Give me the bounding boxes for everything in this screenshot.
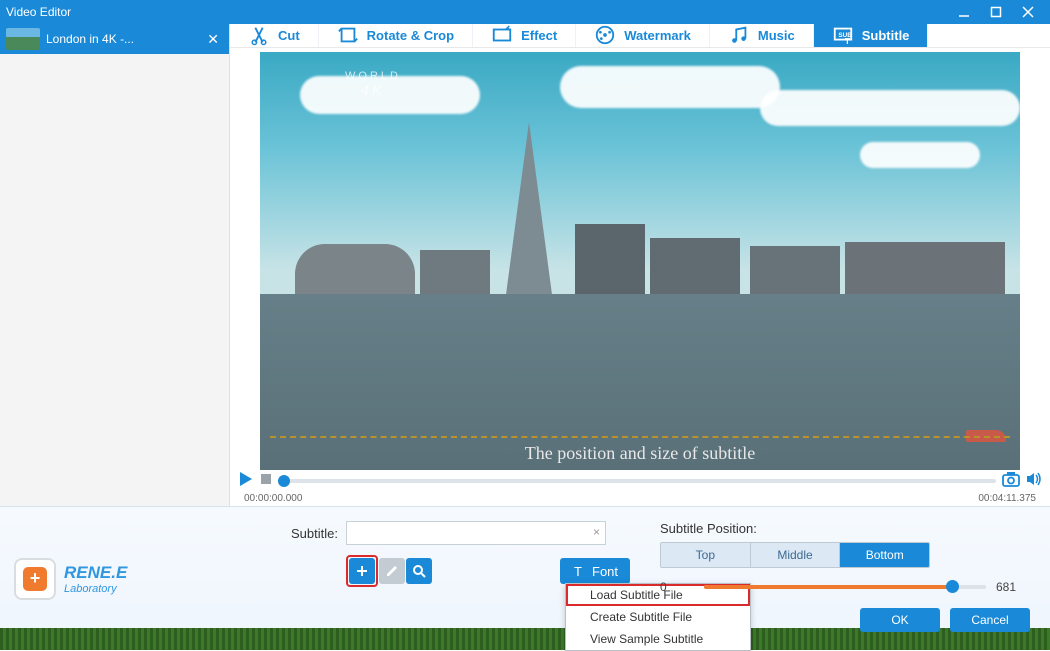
- edit-subtitle-button[interactable]: [379, 558, 405, 584]
- file-name: London in 4K -...: [46, 32, 197, 46]
- svg-text:T: T: [574, 564, 582, 578]
- rotate-crop-icon: [337, 24, 359, 46]
- watermark-icon: [594, 24, 616, 46]
- tool-tabs: Cut Rotate & Crop Effect Watermark Music…: [230, 24, 1050, 48]
- music-icon: [728, 24, 750, 46]
- effect-icon: [491, 24, 513, 46]
- slider-min: 0: [660, 580, 694, 594]
- file-tab[interactable]: London in 4K -... ✕: [0, 24, 229, 54]
- seek-head[interactable]: [278, 475, 290, 487]
- ok-button[interactable]: OK: [860, 608, 940, 632]
- maximize-button[interactable]: [980, 0, 1012, 24]
- snapshot-button[interactable]: [1002, 471, 1020, 492]
- preview-area: WORLD 4K The position and size of subtit…: [230, 48, 1050, 470]
- file-close-icon[interactable]: ✕: [203, 31, 223, 48]
- subtitle-preview-text: The position and size of subtitle: [260, 443, 1020, 464]
- tab-music[interactable]: Music: [710, 24, 814, 47]
- subtitle-label: Subtitle:: [270, 526, 338, 541]
- logo-icon: +: [14, 558, 56, 600]
- file-sidebar: London in 4K -... ✕: [0, 24, 230, 506]
- tab-label: Subtitle: [862, 28, 910, 43]
- title-bar: Video Editor: [0, 0, 1050, 24]
- svg-text:T: T: [845, 37, 850, 46]
- tab-subtitle[interactable]: SUBT Subtitle: [814, 24, 929, 47]
- settings-panel: + RENE.E Laboratory Subtitle: × T F: [0, 506, 1050, 650]
- tab-watermark[interactable]: Watermark: [576, 24, 710, 47]
- tab-label: Cut: [278, 28, 300, 43]
- video-watermark: WORLD 4K: [345, 70, 401, 99]
- add-button-highlight: [346, 555, 378, 587]
- cancel-button[interactable]: Cancel: [950, 608, 1030, 632]
- window-controls: [948, 0, 1044, 24]
- position-slider[interactable]: [704, 585, 986, 589]
- close-button[interactable]: [1012, 0, 1044, 24]
- add-subtitle-button[interactable]: [349, 558, 375, 584]
- playback-controls: [230, 470, 1050, 493]
- tab-effect[interactable]: Effect: [473, 24, 576, 47]
- subtitle-icon: SUBT: [832, 24, 854, 46]
- seek-bar[interactable]: [278, 471, 996, 491]
- position-bottom[interactable]: Bottom: [839, 543, 929, 567]
- cut-icon: [248, 24, 270, 46]
- slider-value: 681: [996, 580, 1030, 594]
- slider-thumb[interactable]: [946, 580, 959, 593]
- dialog-actions: OK Cancel: [860, 608, 1030, 632]
- tab-rotate-crop[interactable]: Rotate & Crop: [319, 24, 473, 47]
- font-button[interactable]: T Font: [560, 558, 630, 584]
- file-thumbnail: [6, 28, 40, 50]
- tab-cut[interactable]: Cut: [230, 24, 319, 47]
- stop-button[interactable]: [260, 472, 272, 490]
- brand-logo: + RENE.E Laboratory: [0, 507, 230, 650]
- search-subtitle-button[interactable]: [406, 558, 432, 584]
- logo-subtitle: Laboratory: [64, 583, 127, 595]
- play-button[interactable]: [238, 471, 254, 492]
- tab-label: Rotate & Crop: [367, 28, 454, 43]
- subtitle-input[interactable]: [346, 521, 606, 545]
- logo-name: RENE.E: [64, 563, 127, 583]
- tab-label: Music: [758, 28, 795, 43]
- time-current: 00:00:00.000: [238, 493, 308, 504]
- minimize-button[interactable]: [948, 0, 980, 24]
- clear-input-icon[interactable]: ×: [593, 525, 600, 539]
- window-title: Video Editor: [6, 5, 948, 19]
- font-button-label: Font: [592, 564, 618, 579]
- video-preview[interactable]: WORLD 4K The position and size of subtit…: [260, 52, 1020, 470]
- tab-label: Effect: [521, 28, 557, 43]
- time-total: 00:04:11.375: [972, 493, 1042, 504]
- position-middle[interactable]: Middle: [750, 543, 840, 567]
- volume-button[interactable]: [1026, 472, 1042, 491]
- position-segmented: Top Middle Bottom: [660, 542, 930, 568]
- position-top[interactable]: Top: [661, 543, 750, 567]
- tab-label: Watermark: [624, 28, 691, 43]
- position-label: Subtitle Position:: [660, 521, 1030, 536]
- subtitle-guide-line[interactable]: [270, 436, 1010, 438]
